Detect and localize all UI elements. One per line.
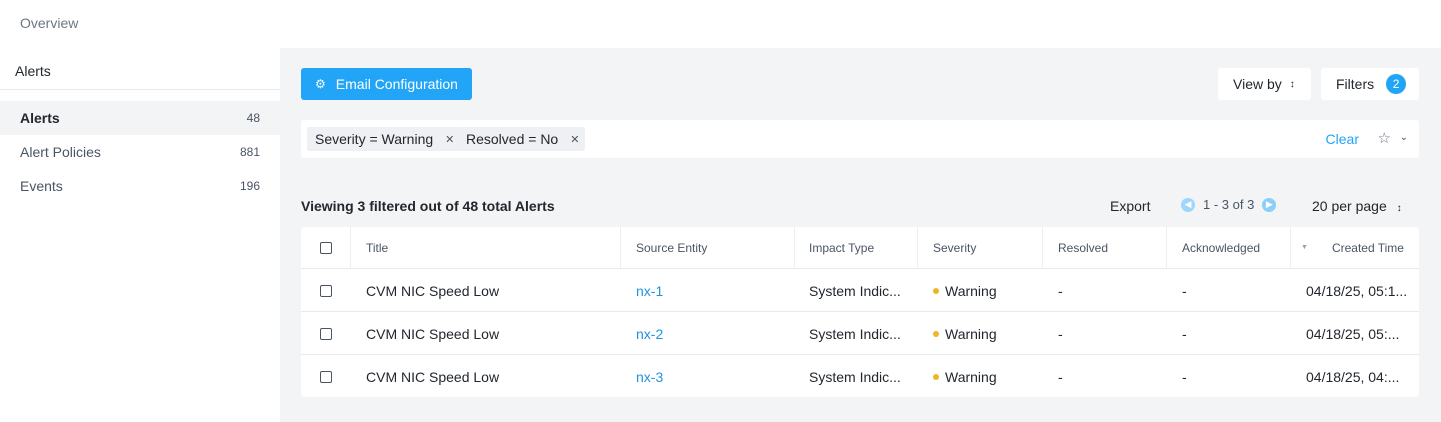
column-header-severity[interactable]: Severity [933, 227, 976, 268]
row-select-cell [320, 355, 332, 398]
resolved-value: - [1058, 325, 1063, 342]
filters-button[interactable]: Filters 2 [1321, 68, 1419, 100]
created-time: 04/18/25, 05:... [1306, 325, 1400, 342]
chevron-down-icon[interactable]: ⌄ [1400, 132, 1408, 143]
source-entity-link[interactable]: nx-2 [636, 312, 663, 355]
remove-filter-icon[interactable]: ✕ [445, 133, 454, 146]
select-all-cell [320, 227, 332, 268]
impact-type: System Indic... [809, 368, 901, 385]
sidebar-item-label: Alerts [20, 110, 60, 126]
star-icon[interactable]: ☆ [1378, 129, 1391, 147]
filter-chip-resolved: Resolved = No ✕ [458, 127, 586, 151]
sort-arrows-icon: ↕ [1396, 203, 1402, 214]
row-select-cell [320, 312, 332, 355]
column-divider [917, 227, 918, 268]
warning-dot-icon [933, 287, 939, 294]
source-entity-link[interactable]: nx-3 [636, 355, 663, 398]
warning-dot-icon [933, 330, 939, 337]
alert-title[interactable]: CVM NIC Speed Low [366, 355, 499, 398]
resolved-value: - [1058, 368, 1063, 385]
column-header-title[interactable]: Title [366, 227, 388, 268]
severity-label: Warning [945, 325, 997, 342]
pagination: ◀ 1 - 3 of 3 ▶ [1181, 197, 1277, 212]
column-divider [1042, 227, 1043, 268]
page-range: 1 - 3 of 3 [1203, 197, 1255, 212]
severity-cell: Warning [933, 355, 997, 398]
sort-down-icon: ▼ [1301, 244, 1308, 251]
warning-dot-icon [933, 373, 939, 380]
column-divider [794, 227, 795, 268]
resolved-value: - [1058, 282, 1063, 299]
acknowledged-value: - [1182, 325, 1187, 342]
sidebar-item-count: 196 [239, 179, 260, 193]
impact-type: System Indic... [809, 282, 901, 299]
table-row[interactable]: CVM NIC Speed Low nx-3 System Indic... W… [301, 354, 1419, 397]
gear-icon: ⚙ [315, 77, 326, 91]
clear-filters-link[interactable]: Clear [1326, 131, 1359, 147]
sidebar-item-alerts[interactable]: Alerts 48 [0, 101, 280, 135]
filters-label: Filters [1336, 76, 1375, 92]
sidebar-item-count: 48 [246, 111, 260, 125]
per-page-label: 20 per page [1312, 198, 1387, 214]
sidebar-divider [0, 89, 280, 90]
email-configuration-label: Email Configuration [335, 76, 458, 92]
filter-chip-severity: Severity = Warning ✕ [307, 127, 461, 151]
view-by-dropdown[interactable]: View by ↕ [1218, 68, 1311, 100]
select-all-checkbox[interactable] [320, 241, 332, 254]
sidebar-item-events[interactable]: Events 196 [0, 169, 280, 203]
row-checkbox[interactable] [320, 370, 332, 383]
export-button[interactable]: Export [1110, 198, 1150, 214]
table-row[interactable]: CVM NIC Speed Low nx-2 System Indic... W… [301, 311, 1419, 354]
sidebar-item-alert-policies[interactable]: Alert Policies 881 [0, 135, 280, 169]
column-header-resolved[interactable]: Resolved [1058, 227, 1108, 268]
view-by-label: View by [1233, 76, 1282, 92]
overview-breadcrumb[interactable]: Overview [20, 15, 78, 31]
acknowledged-value: - [1182, 282, 1187, 299]
created-time: 04/18/25, 04:... [1306, 368, 1400, 385]
column-divider [350, 227, 351, 268]
email-configuration-button[interactable]: ⚙ Email Configuration [301, 68, 472, 100]
remove-filter-icon[interactable]: ✕ [570, 133, 579, 146]
column-header-created-time: Created Time [1331, 240, 1404, 255]
column-header-acknowledged[interactable]: Acknowledged [1182, 227, 1260, 268]
acknowledged-value: - [1182, 368, 1187, 385]
next-page-icon[interactable]: ▶ [1262, 197, 1277, 212]
main-panel: ⚙ Email Configuration View by ↕ Filters … [280, 48, 1441, 422]
filter-chip-label: Severity = Warning [315, 131, 434, 147]
severity-label: Warning [945, 282, 997, 299]
column-header-source-entity[interactable]: Source Entity [636, 227, 707, 268]
sidebar-item-label: Events [20, 178, 63, 194]
alert-title[interactable]: CVM NIC Speed Low [366, 269, 499, 312]
results-summary: Viewing 3 filtered out of 48 total Alert… [301, 198, 555, 214]
column-header-impact-type[interactable]: Impact Type [809, 227, 874, 268]
source-entity-link[interactable]: nx-1 [636, 269, 663, 312]
severity-cell: Warning [933, 312, 997, 355]
filter-chip-label: Resolved = No [466, 131, 559, 147]
sort-arrows-icon: ↕ [1289, 78, 1295, 90]
row-checkbox[interactable] [320, 327, 332, 340]
column-divider [1166, 227, 1167, 268]
sidebar-heading: Alerts [15, 63, 51, 79]
filter-bar: Severity = Warning ✕ Resolved = No ✕ Cle… [301, 120, 1419, 158]
row-checkbox[interactable] [320, 284, 332, 297]
per-page-dropdown[interactable]: 20 per page ↕ [1312, 198, 1402, 214]
row-select-cell [320, 269, 332, 312]
column-header-created-time-cell[interactable]: ▼ Created Time [1301, 227, 1404, 268]
column-divider [620, 227, 621, 268]
filters-count-badge: 2 [1386, 74, 1407, 94]
sidebar: Alerts Alerts 48 Alert Policies 881 Even… [0, 48, 280, 422]
table-row[interactable]: CVM NIC Speed Low nx-1 System Indic... W… [301, 268, 1419, 311]
impact-type: System Indic... [809, 325, 901, 342]
sidebar-item-label: Alert Policies [20, 144, 101, 160]
previous-page-icon[interactable]: ◀ [1181, 197, 1195, 212]
severity-cell: Warning [933, 269, 997, 312]
column-divider [1290, 227, 1291, 268]
alert-title[interactable]: CVM NIC Speed Low [366, 312, 499, 355]
severity-label: Warning [945, 368, 997, 385]
top-bar: Overview [0, 0, 1441, 48]
table-header: Title Source Entity Impact Type Severity… [301, 227, 1419, 268]
alerts-table: Title Source Entity Impact Type Severity… [301, 227, 1419, 397]
sidebar-item-count: 881 [239, 145, 260, 159]
created-time: 04/18/25, 05:1... [1306, 282, 1408, 299]
